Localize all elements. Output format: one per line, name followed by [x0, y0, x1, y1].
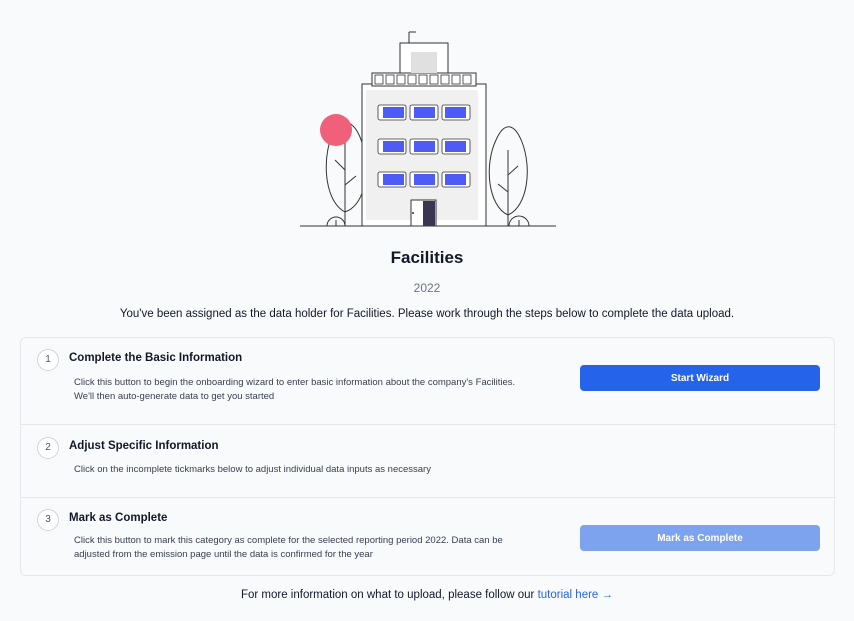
tree-left-icon — [320, 114, 367, 227]
start-wizard-button[interactable]: Start Wizard — [580, 365, 820, 391]
footer-text: For more information on what to upload, … — [240, 589, 535, 601]
step-number: 3 — [37, 509, 59, 531]
step-mark-as-complete: 3 Mark as Complete Click this button to … — [21, 497, 836, 576]
building-icon — [361, 31, 487, 227]
step-number: 2 — [37, 437, 59, 459]
tutorial-link[interactable]: tutorial here → — [538, 589, 613, 601]
step-adjust-specific-information: 2 Adjust Specific Information Click on t… — [21, 424, 836, 497]
footer-help: For more information on what to upload, … — [0, 589, 854, 601]
step-complete-basic-information: 1 Complete the Basic Information Click t… — [21, 338, 836, 424]
step-number: 1 — [37, 349, 59, 371]
step-description: Click on the incomplete tickmarks below … — [74, 464, 431, 475]
step-title: Complete the Basic Information — [69, 352, 243, 364]
tree-right-icon — [488, 126, 530, 227]
intro-text: You've been assigned as the data holder … — [119, 308, 735, 320]
page-title: Facilities — [390, 248, 464, 267]
office-building-illustration — [300, 31, 556, 227]
arrow-right-icon[interactable]: → — [602, 589, 614, 601]
step-title: Mark as Complete — [69, 512, 168, 524]
reporting-year: 2022 — [413, 281, 441, 295]
mark-as-complete-button[interactable]: Mark as Complete — [580, 525, 820, 551]
tutorial-link-label[interactable]: tutorial here — [538, 589, 599, 601]
step-description: Click this button to begin the onboardin… — [74, 377, 516, 402]
steps-card: 1 Complete the Basic Information Click t… — [20, 337, 836, 576]
step-title: Adjust Specific Information — [69, 440, 219, 452]
step-description: Click this button to mark this category … — [74, 535, 503, 560]
